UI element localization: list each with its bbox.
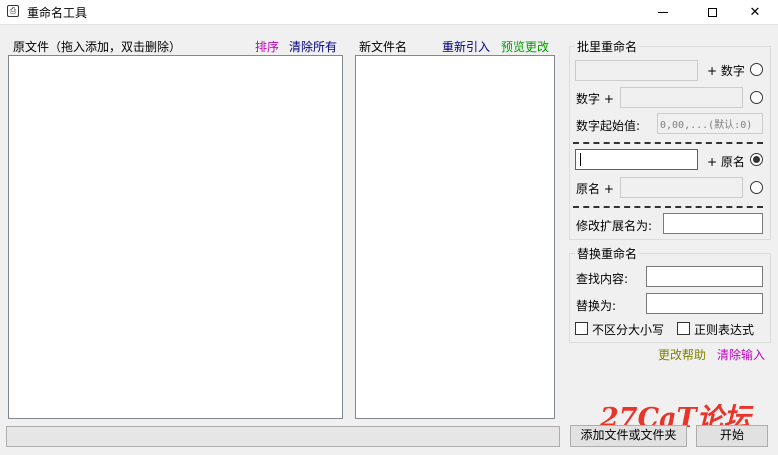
replace-label: 替换为: [576,299,617,313]
case-insensitive-label[interactable]: 不区分大小写 [592,321,664,338]
source-panel-title: 原文件（拖入添加，双击删除） [13,40,182,54]
separator-1 [573,142,763,144]
batch-rename-title: 批里重命名 [575,38,640,55]
regex-label[interactable]: 正则表达式 [694,321,754,338]
original-prefix-input[interactable] [575,149,698,170]
text-caret [580,153,581,166]
preview-link[interactable]: 预览更改 [501,38,549,55]
plus-number-label: + 数字 [707,64,745,78]
find-label: 查找内容: [576,272,629,286]
plus-original-label: + 原名 [707,155,745,169]
source-file-list[interactable] [8,55,343,419]
regex-checkbox[interactable] [677,322,690,335]
separator-2 [573,206,763,208]
number-plus-label: 数字 + [576,92,614,106]
start-button[interactable]: 开始 [696,425,768,447]
prefix-original-radio[interactable] [750,153,763,166]
original-prefix-radio[interactable] [750,181,763,194]
start-value-label: 数字起始值: [576,119,641,133]
replace-input[interactable] [646,293,763,314]
start-value-input[interactable]: 0,00,...(默认:0) [657,113,763,134]
reimport-link[interactable]: 重新引入 [442,38,490,55]
minimize-icon [658,11,668,13]
new-name-list[interactable] [355,55,555,419]
original-suffix-input[interactable] [620,177,743,198]
window-title: 重命名工具 [27,6,88,20]
close-icon: ✕ [749,4,761,20]
original-plus-label: 原名 + [576,182,614,196]
clear-all-link[interactable]: 清除所有 [289,38,337,55]
close-button[interactable]: ✕ [732,0,778,24]
maximize-icon [707,7,717,17]
replace-rename-title: 替换重命名 [575,245,640,262]
prefix-number-radio[interactable] [750,63,763,76]
number-prefix-radio[interactable] [750,91,763,104]
extension-label: 修改扩展名为: [576,219,653,233]
number-suffix-input[interactable] [620,87,743,108]
minimize-button[interactable] [640,0,686,24]
maximize-button[interactable] [689,0,735,24]
help-link[interactable]: 更改帮助 [658,346,706,363]
clear-input-link[interactable]: 清除输入 [717,346,765,363]
progress-bar [6,426,560,447]
prefix-input[interactable] [575,60,698,81]
find-input[interactable] [646,266,763,287]
extension-input[interactable] [663,213,763,234]
add-files-button[interactable]: 添加文件或文件夹 [570,425,687,447]
target-panel-title: 新文件名 [359,40,408,54]
app-icon: ⎙ [7,5,19,17]
case-insensitive-checkbox[interactable] [575,322,588,335]
sort-link[interactable]: 排序 [255,38,279,55]
title-bar: ⎙ 重命名工具 ✕ [0,0,778,25]
